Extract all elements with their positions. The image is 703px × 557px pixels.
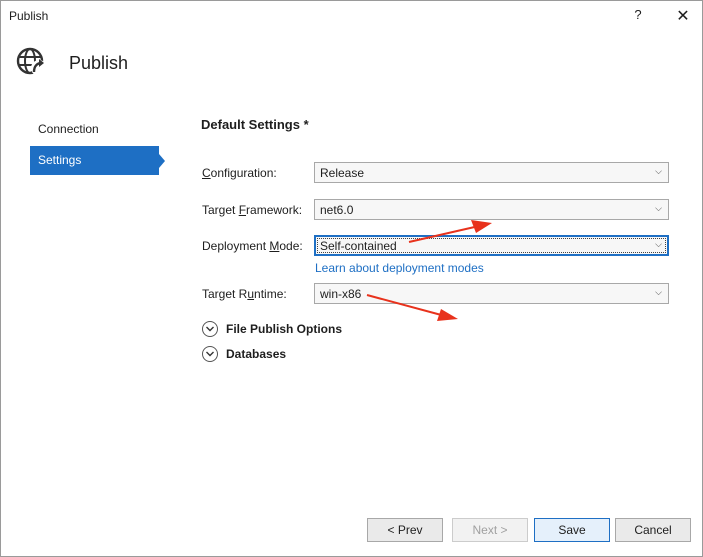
framework-select[interactable]: net6.0 ⌵: [314, 199, 669, 220]
chevron-down-icon: ⌵: [655, 287, 662, 297]
sidebar-item-settings[interactable]: Settings: [30, 146, 165, 175]
deployment-mode-label: Deployment Mode:: [202, 239, 303, 253]
chevron-down-icon: ⌵: [655, 166, 662, 176]
sidebar-item-label: Settings: [38, 153, 82, 167]
deployment-mode-value: Self-contained: [320, 239, 397, 253]
window-title: Publish: [9, 9, 49, 23]
publish-dialog: Publish ? ✕ Publish Connection Settings …: [0, 0, 703, 557]
title-bar: Publish ? ✕: [1, 1, 702, 31]
chevron-down-icon: ⌵: [655, 239, 662, 249]
save-button[interactable]: Save: [534, 518, 610, 542]
expand-chevron-icon: [202, 346, 218, 362]
runtime-label: Target Runtime:: [202, 287, 287, 301]
close-button[interactable]: ✕: [675, 6, 691, 25]
framework-label: Target Framework:: [202, 203, 303, 217]
learn-deployment-modes-link[interactable]: Learn about deployment modes: [315, 261, 484, 275]
expander-label: File Publish Options: [226, 322, 343, 336]
sidebar-nav: Connection Settings: [30, 115, 170, 177]
sidebar-item-label: Connection: [38, 122, 99, 136]
help-button[interactable]: ?: [630, 7, 646, 25]
sidebar-item-connection[interactable]: Connection: [30, 115, 159, 144]
framework-value: net6.0: [320, 203, 354, 217]
section-title: Default Settings *: [201, 117, 309, 132]
configuration-select[interactable]: Release ⌵: [314, 162, 669, 183]
runtime-select[interactable]: win-x86 ⌵: [314, 283, 669, 304]
expander-label: Databases: [226, 347, 287, 361]
annotation-arrows: [366, 220, 492, 321]
page-title: Publish: [69, 53, 129, 73]
globe-publish-icon: [15, 45, 51, 77]
configuration-value: Release: [320, 166, 365, 180]
chevron-down-icon: ⌵: [655, 203, 662, 213]
configuration-label: Configuration:: [202, 166, 277, 180]
expand-chevron-icon: [202, 321, 218, 337]
prev-button[interactable]: < Prev: [367, 518, 443, 542]
next-button[interactable]: Next >: [452, 518, 528, 542]
deployment-mode-select[interactable]: Self-contained ⌵: [314, 235, 669, 256]
cancel-button[interactable]: Cancel: [615, 518, 691, 542]
runtime-value: win-x86: [320, 287, 362, 301]
